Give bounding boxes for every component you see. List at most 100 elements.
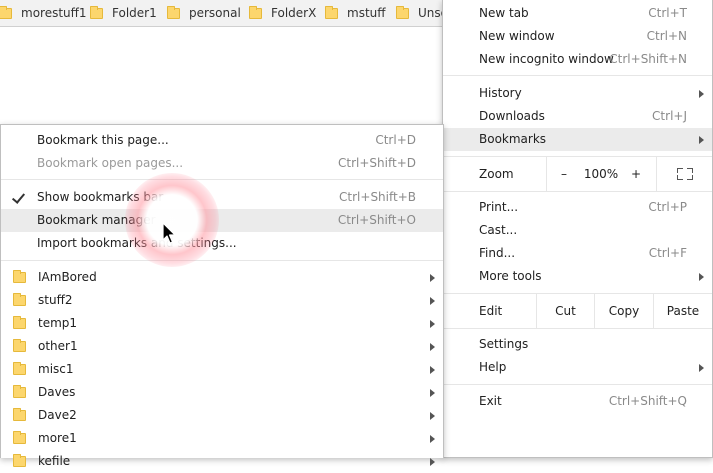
folder-icon — [13, 316, 26, 329]
bookmark-folder-personal[interactable]: personal — [167, 0, 241, 26]
menu-item-exit[interactable]: Exit Ctrl+Shift+Q — [443, 390, 712, 413]
menu-item-shortcut: Ctrl+Shift+D — [338, 156, 416, 170]
chevron-right-icon — [430, 366, 435, 374]
menu-item-new-tab[interactable]: New tab Ctrl+T — [443, 2, 712, 25]
menu-item-cast[interactable]: Cast... — [443, 219, 712, 242]
bookmark-folder-more1[interactable]: more1 — [1, 427, 443, 450]
menu-item-bookmark-manager[interactable]: Bookmark manager Ctrl+Shift+O — [1, 209, 443, 232]
menu-item-shortcut: Ctrl+Shift+N — [609, 52, 687, 66]
menu-item-label: Bookmark manager — [37, 213, 156, 227]
folder-icon — [13, 385, 26, 398]
zoom-level: 100% — [583, 167, 619, 181]
chevron-right-icon — [430, 412, 435, 420]
menu-item-label: Show bookmarks bar — [37, 190, 164, 204]
chevron-right-icon — [699, 273, 704, 281]
bookmark-folder-dave2[interactable]: Dave2 — [1, 404, 443, 427]
bookmark-folder-unsorted[interactable]: Unso — [396, 0, 448, 26]
menu-item-new-window[interactable]: New window Ctrl+N — [443, 25, 712, 48]
menu-item-shortcut: Ctrl+N — [646, 29, 687, 43]
chevron-right-icon — [430, 274, 435, 282]
chevron-right-icon — [430, 389, 435, 397]
menu-item-bookmark-this-page[interactable]: Bookmark this page... Ctrl+D — [1, 129, 443, 152]
bookmark-folder-iambored[interactable]: IAmBored — [1, 266, 443, 289]
chevron-right-icon — [430, 297, 435, 305]
menu-item-shortcut: Ctrl+Shift+Q — [608, 394, 687, 408]
menu-item-bookmarks[interactable]: Bookmarks — [443, 128, 712, 151]
menu-item-label: Daves — [38, 385, 76, 399]
chrome-main-menu: New tab Ctrl+T New window Ctrl+N New inc… — [442, 0, 713, 458]
copy-button[interactable]: Copy — [595, 294, 653, 328]
folder-icon — [13, 270, 26, 283]
folder-icon — [13, 293, 26, 306]
menu-item-history[interactable]: History — [443, 82, 712, 105]
folder-icon — [249, 5, 262, 19]
bookmark-folder-temp1[interactable]: temp1 — [1, 312, 443, 335]
menu-item-label: Cast... — [479, 223, 518, 237]
bookmark-folder-misc1[interactable]: misc1 — [1, 358, 443, 381]
chevron-right-icon — [699, 136, 704, 144]
menu-item-new-incognito-window[interactable]: New incognito window Ctrl+Shift+N — [443, 48, 712, 71]
paste-button[interactable]: Paste — [654, 294, 712, 328]
cut-button[interactable]: Cut — [537, 294, 594, 328]
zoom-in-button[interactable]: + — [621, 157, 651, 191]
bookmark-folder-morestuff1[interactable]: morestuff1 — [0, 0, 87, 26]
bookmark-folder-daves[interactable]: Daves — [1, 381, 443, 404]
bookmark-folder-stuff2[interactable]: stuff2 — [1, 289, 443, 312]
menu-item-bookmark-open-pages[interactable]: Bookmark open pages... Ctrl+Shift+D — [1, 152, 443, 175]
menu-item-label: Print... — [479, 200, 519, 214]
bookmark-folder-mstuff[interactable]: mstuff — [325, 0, 386, 26]
bookmarks-submenu: Bookmark this page... Ctrl+D Bookmark op… — [0, 124, 444, 468]
folder-icon — [90, 5, 103, 19]
zoom-out-button[interactable]: – — [547, 157, 581, 191]
menu-item-settings[interactable]: Settings — [443, 333, 712, 356]
folder-icon — [13, 431, 26, 444]
menu-item-import-bookmarks[interactable]: Import bookmarks and settings... — [1, 232, 443, 255]
menu-separator — [443, 75, 712, 76]
edit-label: Edit — [479, 304, 503, 318]
menu-item-label: Help — [479, 360, 507, 374]
menu-item-label: stuff2 — [38, 293, 73, 307]
bookmark-label: Folder1 — [112, 6, 157, 20]
zoom-divider — [656, 157, 657, 191]
checkmark-icon — [11, 190, 26, 204]
menu-item-label: New incognito window — [479, 52, 614, 66]
menu-item-label: kefile — [38, 454, 71, 468]
menu-item-help[interactable]: Help — [443, 356, 712, 379]
bookmark-label: mstuff — [347, 6, 386, 20]
menu-item-more-tools[interactable]: More tools — [443, 265, 712, 288]
folder-icon — [325, 5, 338, 19]
menu-item-label: temp1 — [38, 316, 78, 330]
bookmark-folder-kefile[interactable]: kefile — [1, 450, 443, 473]
folder-icon — [396, 5, 409, 19]
chevron-right-icon — [699, 364, 704, 372]
menu-item-downloads[interactable]: Downloads Ctrl+J — [443, 105, 712, 128]
bookmark-folder-folder1[interactable]: Folder1 — [90, 0, 157, 26]
folder-icon — [0, 5, 12, 19]
menu-item-shortcut: Ctrl+Shift+B — [339, 190, 416, 204]
menu-item-show-bookmarks-bar[interactable]: Show bookmarks bar Ctrl+Shift+B — [1, 186, 443, 209]
menu-item-label: Settings — [479, 337, 529, 351]
folder-icon — [13, 408, 26, 421]
folder-icon — [13, 362, 26, 375]
menu-item-label: History — [479, 86, 522, 100]
menu-item-find[interactable]: Find... Ctrl+F — [443, 242, 712, 265]
folder-icon — [167, 5, 180, 19]
menu-item-label: Bookmarks — [479, 132, 547, 146]
chevron-right-icon — [699, 90, 704, 98]
menu-item-shortcut: Ctrl+T — [648, 6, 687, 20]
menu-item-label: misc1 — [38, 362, 74, 376]
menu-item-label: Bookmark this page... — [37, 133, 169, 147]
menu-item-label: Import bookmarks and settings... — [37, 236, 237, 250]
bookmark-label: FolderX — [271, 6, 317, 20]
chevron-right-icon — [430, 343, 435, 351]
menu-item-print[interactable]: Print... Ctrl+P — [443, 196, 712, 219]
menu-separator — [443, 191, 712, 192]
bookmark-folder-other1[interactable]: other1 — [1, 335, 443, 358]
bookmark-folder-folderx[interactable]: FolderX — [249, 0, 316, 26]
fullscreen-icon-corner — [677, 168, 683, 173]
fullscreen-icon[interactable] — [677, 168, 693, 180]
menu-item-shortcut: Ctrl+P — [648, 200, 687, 214]
menu-item-label: IAmBored — [38, 270, 97, 284]
menu-item-label: Find... — [479, 246, 516, 260]
zoom-label: Zoom — [479, 167, 514, 181]
